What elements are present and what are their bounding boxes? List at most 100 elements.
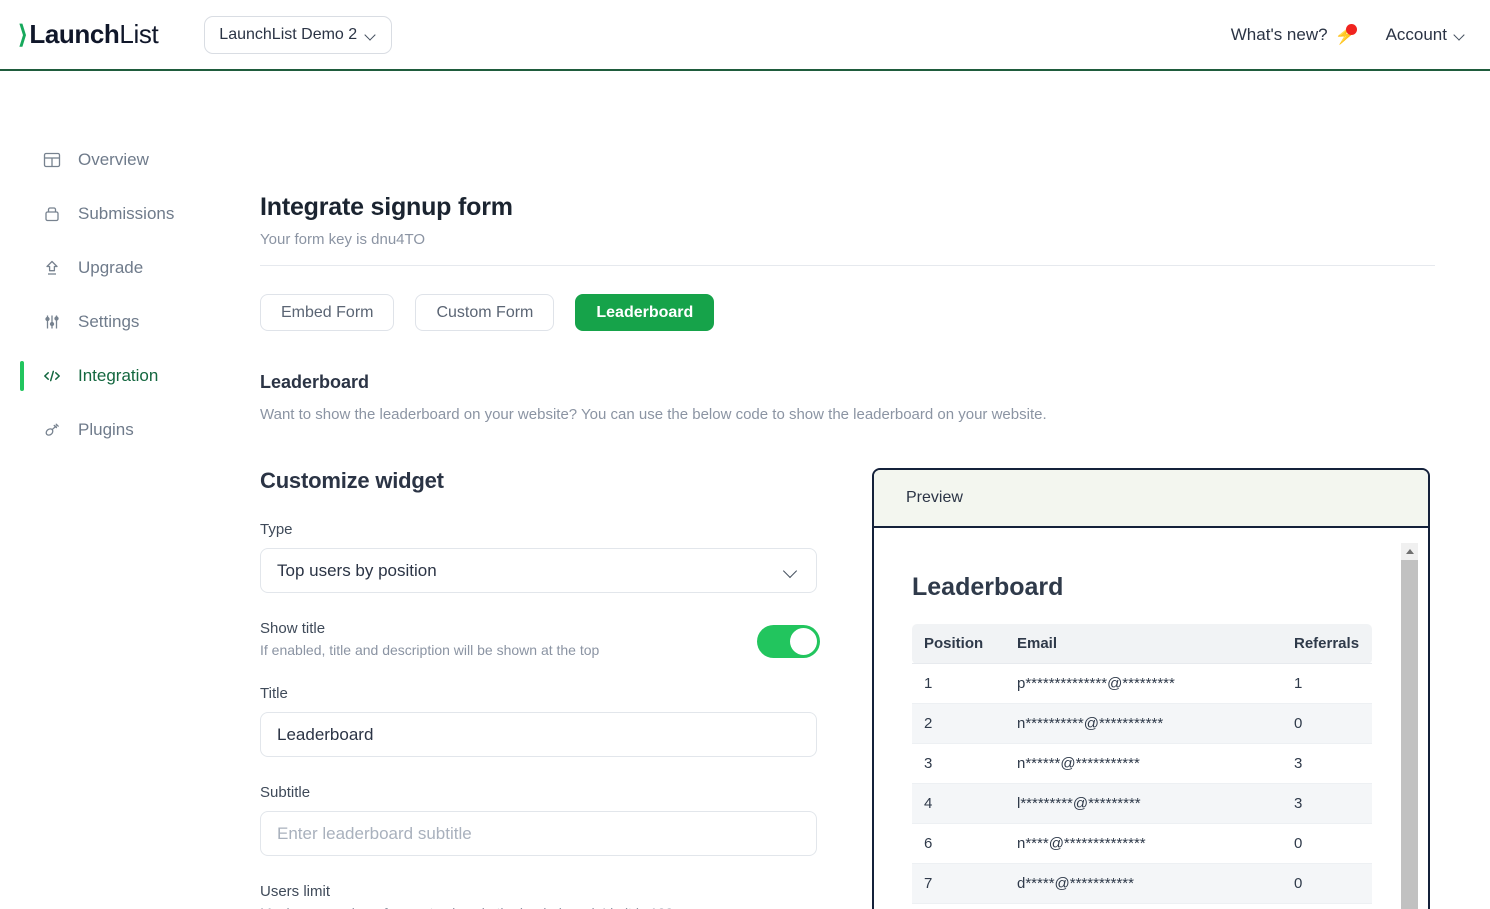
leaderboard-table: Position Email Referrals 1 p************… [912, 624, 1372, 909]
logo-text-light: List [119, 19, 159, 49]
logo-chevron-icon: ⟩ [18, 20, 28, 49]
title-label: Title [260, 685, 288, 702]
cell-position: 3 [912, 743, 1005, 784]
cell-email: d*****@*********** [1005, 863, 1282, 904]
scroll-up-arrow-icon[interactable] [1401, 543, 1418, 560]
preview-scrollbar[interactable] [1401, 543, 1418, 909]
customize-widget-heading: Customize widget [260, 468, 444, 493]
lightning-bolt-icon: ⚡ [1334, 23, 1357, 45]
page-body: Overview Submissions Upgrade Settings In… [0, 71, 1490, 909]
sidebar-item-plugins[interactable]: Plugins [0, 403, 238, 457]
cell-email: p**************@********* [1005, 663, 1282, 704]
chevron-down-icon [1455, 31, 1466, 38]
account-label: Account [1385, 24, 1447, 44]
app-logo[interactable]: ⟩ Launch List [18, 19, 159, 50]
cell-referrals: 0 [1282, 703, 1372, 744]
whats-new-button[interactable]: What's new? ⚡ [1230, 23, 1357, 46]
cell-referrals: 0 [1282, 903, 1372, 909]
plug-icon [42, 420, 62, 440]
leaderboard-widget-title: Leaderboard [912, 573, 1064, 601]
sidebar-item-submissions[interactable]: Submissions [0, 187, 238, 241]
preview-panel: Preview Leaderboard Position Email Refer [872, 468, 1430, 909]
table-row: 3 n******@*********** 3 [912, 743, 1372, 784]
sidebar-item-label: Overview [78, 150, 149, 169]
scrollbar-thumb[interactable] [1401, 560, 1418, 909]
code-icon [42, 366, 62, 386]
preview-tab-label: Preview [906, 489, 963, 506]
tab-embed-form[interactable]: Embed Form [260, 294, 395, 331]
form-key-text: Your form key is dnu4TO [260, 231, 426, 248]
column-header-position: Position [912, 624, 1005, 664]
upload-arrow-icon [42, 258, 62, 278]
project-selector-label: LaunchList Demo 2 [219, 25, 358, 43]
cell-referrals: 3 [1282, 743, 1372, 784]
project-selector[interactable]: LaunchList Demo 2 [204, 15, 393, 54]
cell-position: 4 [912, 783, 1005, 824]
table-header-row: Position Email Referrals [912, 624, 1372, 664]
logo-text-bold: Launch [29, 19, 120, 49]
sidebar-item-label: Integration [78, 366, 159, 385]
show-title-texts: Show title If enabled, title and descrip… [260, 593, 757, 658]
whats-new-label: What's new? [1230, 24, 1328, 44]
leaderboard-widget: Leaderboard Position Email Referrals 1 p… [874, 528, 1428, 909]
sidebar-item-settings[interactable]: Settings [0, 295, 238, 349]
cell-position: 2 [912, 703, 1005, 744]
account-menu[interactable]: Account [1386, 25, 1466, 45]
cell-email: t***@***************** [1005, 903, 1282, 909]
show-title-help: If enabled, title and description will b… [260, 642, 600, 658]
table-row: 1 p**************@********* 1 [912, 663, 1372, 704]
tab-leaderboard[interactable]: Leaderboard [575, 294, 715, 331]
section-description: Want to show the leaderboard on your web… [260, 406, 1047, 423]
sidebar-item-label: Submissions [78, 204, 175, 223]
show-title-toggle[interactable] [757, 625, 820, 658]
cell-email: n******@*********** [1005, 743, 1282, 784]
cell-position: 7 [912, 863, 1005, 904]
preview-tab[interactable]: Preview [874, 470, 1428, 528]
users-limit-label: Users limit [260, 883, 330, 900]
cell-email: n**********@*********** [1005, 703, 1282, 744]
inbox-icon [42, 204, 62, 224]
sidebar-item-label: Settings [78, 312, 140, 331]
cell-referrals: 1 [1282, 663, 1372, 704]
cell-position: 8 [912, 903, 1005, 909]
users-limit-help: Maximum number of users to show in the l… [260, 905, 820, 909]
main-content: Integrate signup form Your form key is d… [238, 71, 1490, 909]
title-input[interactable]: Leaderboard [260, 712, 817, 757]
customize-widget-form: Customize widget Type Top users by posit… [260, 468, 820, 909]
type-select[interactable]: Top users by position [260, 548, 817, 593]
column-header-email: Email [1005, 624, 1282, 664]
table-row: 6 n****@************** 0 [912, 823, 1372, 864]
chevron-down-icon [785, 566, 800, 575]
preview-body: Leaderboard Position Email Referrals 1 p… [874, 528, 1428, 909]
section-title: Leaderboard [260, 372, 370, 392]
cell-referrals: 3 [1282, 783, 1372, 824]
top-bar-right: What's new? ⚡ Account [1230, 23, 1466, 46]
sidebar-item-upgrade[interactable]: Upgrade [0, 241, 238, 295]
table-row: 7 d*****@*********** 0 [912, 863, 1372, 904]
page-title: Integrate signup form [260, 193, 513, 221]
type-select-value: Top users by position [277, 560, 437, 580]
chevron-down-icon [366, 31, 377, 38]
cell-position: 6 [912, 823, 1005, 864]
sidebar-item-integration[interactable]: Integration [0, 349, 238, 403]
cell-referrals: 0 [1282, 863, 1372, 904]
type-label: Type [260, 521, 293, 538]
sidebar-item-overview[interactable]: Overview [0, 133, 238, 187]
dashboard-icon [42, 150, 62, 170]
table-row: 2 n**********@*********** 0 [912, 703, 1372, 744]
sidebar-item-label: Upgrade [78, 258, 144, 277]
subtitle-input[interactable]: Enter leaderboard subtitle [260, 811, 817, 856]
cell-email: n****@************** [1005, 823, 1282, 864]
show-title-row: Show title If enabled, title and descrip… [260, 593, 820, 658]
tab-custom-form[interactable]: Custom Form [415, 294, 555, 331]
table-row: 8 t***@***************** 0 [912, 903, 1372, 909]
cell-position: 1 [912, 663, 1005, 704]
active-indicator-bar [20, 361, 24, 391]
notification-dot-badge [1345, 23, 1357, 35]
cell-email: l*********@********* [1005, 783, 1282, 824]
show-title-label: Show title [260, 620, 326, 637]
header-divider [260, 265, 1435, 266]
sliders-icon [42, 312, 62, 332]
sidebar: Overview Submissions Upgrade Settings In… [0, 71, 238, 909]
cell-referrals: 0 [1282, 823, 1372, 864]
